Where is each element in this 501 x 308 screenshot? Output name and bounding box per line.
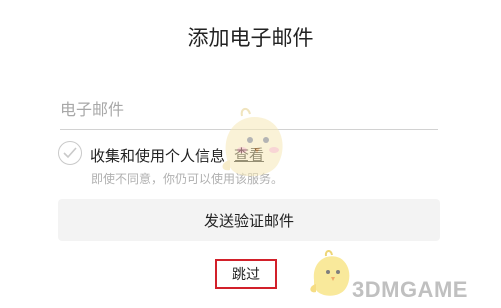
- page-title: 添加电子邮件: [187, 26, 314, 50]
- watermark-logo: 3DMGAME: [352, 277, 468, 302]
- consent-label: 收集和使用个人信息: [90, 147, 226, 165]
- mascot-icon: [310, 250, 350, 296]
- mascot-icon: [222, 108, 283, 177]
- consent-checkbox[interactable]: [58, 141, 82, 165]
- skip-button[interactable]: 跳过: [215, 259, 277, 289]
- send-verification-email-button[interactable]: 发送验证邮件: [58, 199, 440, 241]
- add-email-screen: 添加电子邮件 收集和使用个人信息 查看 即使不同意，你仍可以使用该服务。 发送验…: [0, 0, 501, 308]
- check-icon: [63, 147, 77, 159]
